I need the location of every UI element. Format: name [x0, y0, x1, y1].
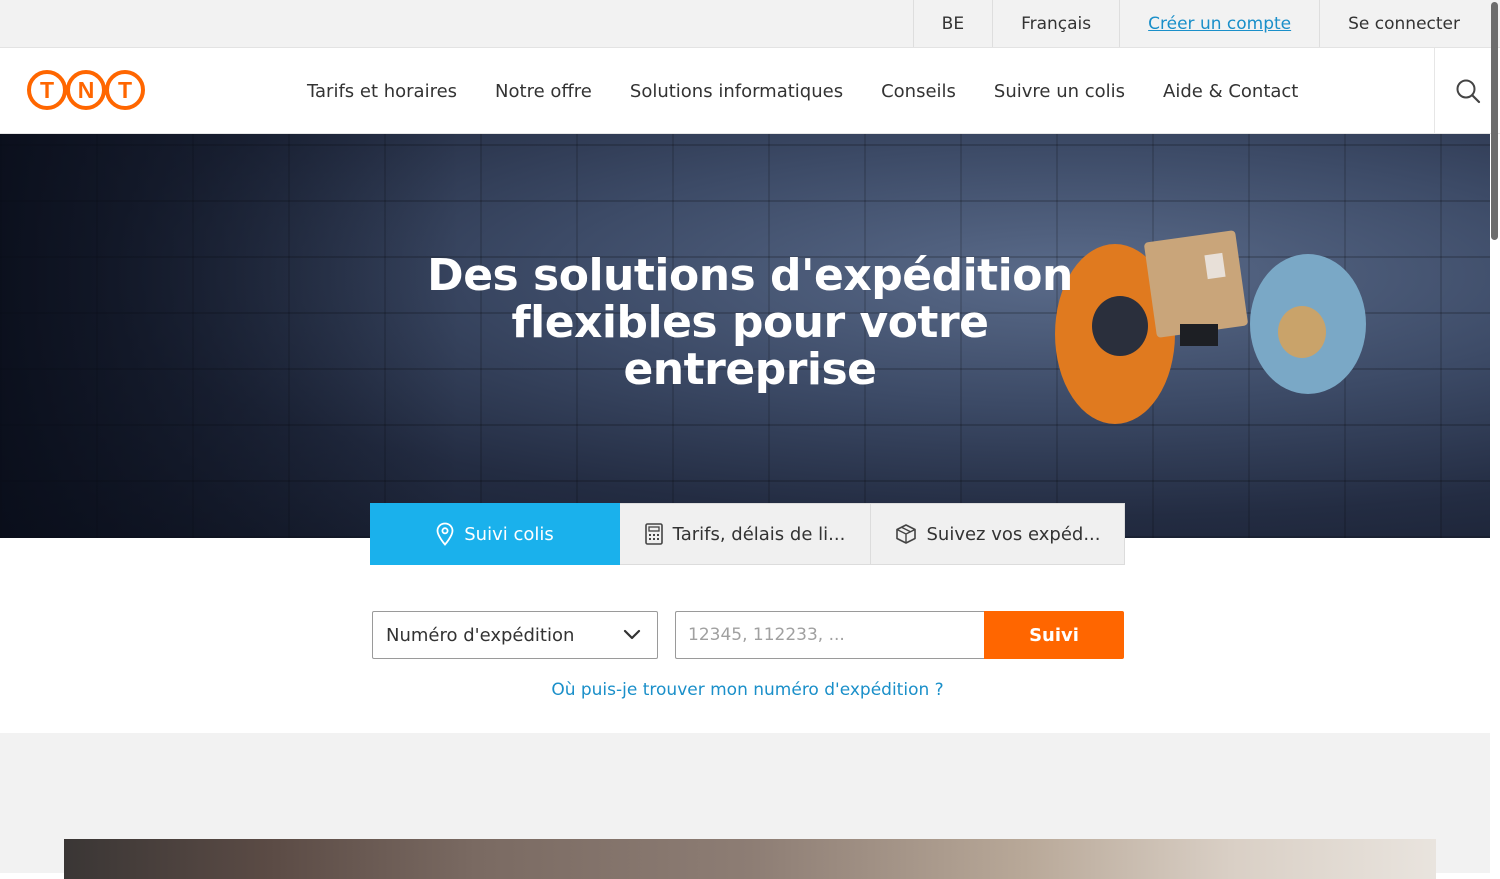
tab-label-tarifs: Tarifs, délais de li... [672, 523, 846, 545]
tab-suivez-expeditions[interactable]: Suivez vos expéd... [871, 503, 1125, 565]
package-icon [895, 524, 916, 544]
search-icon [1456, 79, 1480, 104]
nav-item-tarifs[interactable]: Tarifs et horaires [288, 81, 476, 102]
login-link[interactable]: Se connecter [1319, 0, 1488, 47]
chevron-down-icon [623, 629, 641, 640]
nav-item-offre[interactable]: Notre offre [476, 81, 611, 102]
nav-item-aide[interactable]: Aide & Contact [1144, 81, 1317, 102]
page-scrollbar[interactable] [1490, 0, 1498, 873]
main-navbar: T N T Tarifs et horaires Notre offre Sol… [0, 48, 1500, 134]
select-value: Numéro d'expédition [386, 624, 575, 646]
create-account-link[interactable]: Créer un compte [1119, 0, 1319, 47]
scrollbar-thumb[interactable] [1491, 2, 1498, 240]
country-selector[interactable]: BE [912, 0, 992, 47]
tracking-number-input[interactable] [675, 611, 985, 659]
logo-letter-t2: T [118, 77, 132, 103]
tab-label-suivez: Suivez vos expéd... [926, 523, 1101, 545]
nav-item-solutions[interactable]: Solutions informatiques [611, 81, 862, 102]
tab-suivi-colis[interactable]: Suivi colis [370, 503, 620, 565]
service-tabs: Suivi colis Tarifs, délais de li... Suiv… [370, 503, 1125, 565]
lower-section [0, 733, 1490, 879]
hero-banner: Des solutions d'expédition flexibles pou… [0, 134, 1490, 538]
top-utility-bar: BE Français Créer un compte Se connecter [0, 0, 1500, 48]
tnt-logo[interactable]: T N T [26, 68, 146, 112]
logo-letter-t1: T [40, 77, 54, 103]
language-selector[interactable]: Français [992, 0, 1119, 47]
track-button[interactable]: Suivi [984, 611, 1124, 659]
hero-title: Des solutions d'expédition flexibles pou… [427, 250, 1073, 395]
hero-shade [0, 134, 460, 538]
nav-item-conseils[interactable]: Conseils [862, 81, 975, 102]
location-pin-icon [436, 522, 454, 546]
tab-tarifs-delais[interactable]: Tarifs, délais de li... [620, 503, 871, 565]
nav-item-suivre[interactable]: Suivre un colis [975, 81, 1144, 102]
logo-letter-n: N [78, 77, 95, 103]
promo-image [64, 839, 1436, 879]
calculator-icon [644, 523, 663, 545]
nav-menu: Tarifs et horaires Notre offre Solutions… [288, 48, 1317, 134]
topbar-items: BE Français Créer un compte Se connecter [912, 0, 1488, 47]
tab-label-suivi: Suivi colis [464, 523, 554, 545]
find-tracking-number-link[interactable]: Où puis-je trouver mon numéro d'expéditi… [370, 680, 1125, 700]
shipment-type-select[interactable]: Numéro d'expédition [372, 611, 658, 659]
